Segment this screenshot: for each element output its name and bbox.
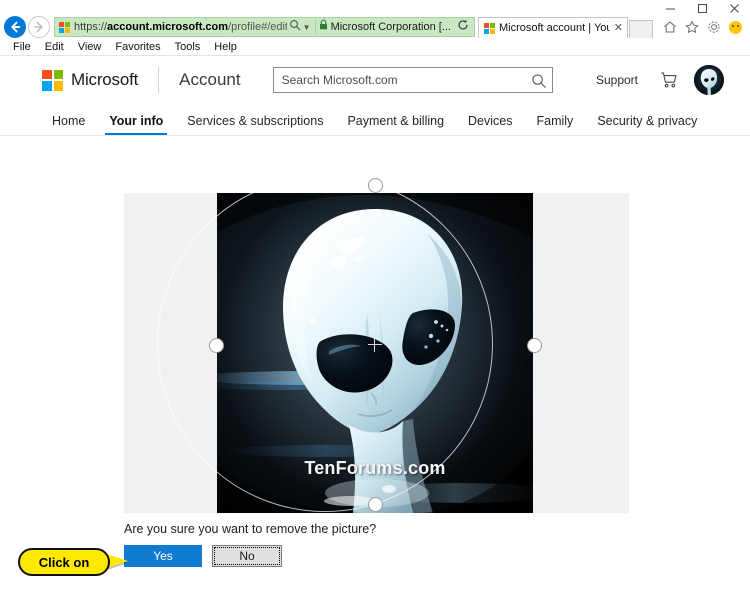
avatar[interactable] (694, 65, 724, 95)
certificate-owner: Microsoft Corporation [... (330, 21, 451, 33)
account-nav-tabs: Home Your info Services & subscriptions … (0, 104, 750, 136)
title-bar (0, 0, 750, 16)
crop-photo-frame[interactable]: TenForums.com (217, 193, 533, 513)
home-icon[interactable] (663, 20, 677, 34)
forward-icon[interactable] (28, 16, 50, 38)
search-icon[interactable] (529, 71, 549, 91)
address-bar[interactable]: https://account.microsoft.com/profile#/e… (54, 17, 475, 37)
header-right-cluster: Support (596, 65, 750, 95)
yes-button[interactable]: Yes (124, 545, 202, 567)
shopping-cart-icon[interactable] (660, 71, 678, 89)
browser-toolbar-icons (653, 20, 746, 34)
settings-gear-icon[interactable] (707, 20, 721, 34)
security-identity-badge[interactable]: Microsoft Corporation [... (316, 18, 454, 36)
refresh-icon[interactable] (457, 18, 469, 36)
remove-picture-confirm: Are you sure you want to remove the pict… (124, 522, 644, 567)
tab-home[interactable]: Home (40, 114, 97, 135)
tab-strip: Microsoft account | Your pr... ✕ (478, 16, 653, 38)
lock-icon (319, 18, 328, 36)
menu-item-file[interactable]: File (6, 39, 38, 55)
microsoft-logo-icon (42, 69, 63, 91)
page-content: Microsoft Account Support (0, 56, 750, 591)
tab-family[interactable]: Family (525, 114, 586, 135)
crop-handle-left[interactable] (209, 338, 224, 353)
browser-tab-active[interactable]: Microsoft account | Your pr... ✕ (478, 17, 628, 38)
microsoft-favicon-icon (59, 21, 70, 33)
new-tab-button[interactable] (629, 20, 653, 38)
close-button[interactable] (718, 0, 750, 16)
url-path: /profile#/edit-picture (228, 21, 287, 33)
address-search-icon[interactable] (289, 18, 301, 36)
tab-close-icon[interactable]: ✕ (614, 22, 623, 34)
header-divider (158, 67, 160, 93)
crop-handle-bottom[interactable] (368, 497, 383, 512)
support-link[interactable]: Support (596, 73, 638, 87)
window-controls (654, 0, 750, 16)
tab-security-privacy[interactable]: Security & privacy (585, 114, 709, 135)
menu-item-edit[interactable]: Edit (38, 39, 71, 55)
url-host: account.microsoft.com (107, 21, 229, 33)
back-icon[interactable] (4, 16, 26, 38)
tab-services-subscriptions[interactable]: Services & subscriptions (175, 114, 335, 135)
navigation-bar: https://account.microsoft.com/profile#/e… (0, 16, 750, 38)
menu-item-tools[interactable]: Tools (168, 39, 208, 55)
no-button[interactable]: No (212, 545, 282, 567)
browser-window: https://account.microsoft.com/profile#/e… (0, 0, 750, 591)
brand-wordmark: Microsoft (71, 70, 139, 89)
search-input[interactable] (272, 67, 553, 93)
address-bar-url[interactable]: https://account.microsoft.com/profile#/e… (74, 18, 287, 36)
tab-favicon-icon (484, 22, 495, 34)
menu-item-view[interactable]: View (71, 39, 109, 55)
confirm-question: Are you sure you want to remove the pict… (124, 522, 377, 536)
avatar-alien-image (694, 65, 724, 95)
minimize-button[interactable] (654, 0, 686, 16)
tab-your-info[interactable]: Your info (97, 114, 175, 135)
url-scheme: https:// (74, 21, 108, 33)
crop-handle-top[interactable] (368, 178, 383, 193)
menu-bar: File Edit View Favorites Tools Help (0, 38, 750, 56)
site-header: Microsoft Account Support (0, 56, 750, 104)
menu-item-help[interactable]: Help (207, 39, 244, 55)
tab-devices[interactable]: Devices (456, 114, 524, 135)
header-subtitle[interactable]: Account (179, 70, 240, 90)
chevron-down-icon[interactable]: ▼ (303, 23, 311, 32)
click-on-callout: Click on (18, 548, 110, 576)
confirm-button-row: Yes No (124, 545, 644, 567)
crop-handle-right[interactable] (527, 338, 542, 353)
favorites-star-icon[interactable] (685, 20, 699, 34)
menu-item-favorites[interactable]: Favorites (108, 39, 167, 55)
tab-title: Microsoft account | Your pr... (499, 22, 610, 34)
maximize-button[interactable] (686, 0, 718, 16)
site-search (272, 67, 553, 93)
profile-picture-alien (217, 193, 533, 513)
microsoft-logo[interactable]: Microsoft (42, 69, 139, 91)
feedback-smiley-icon[interactable] (729, 20, 742, 34)
tab-payment-billing[interactable]: Payment & billing (335, 114, 456, 135)
